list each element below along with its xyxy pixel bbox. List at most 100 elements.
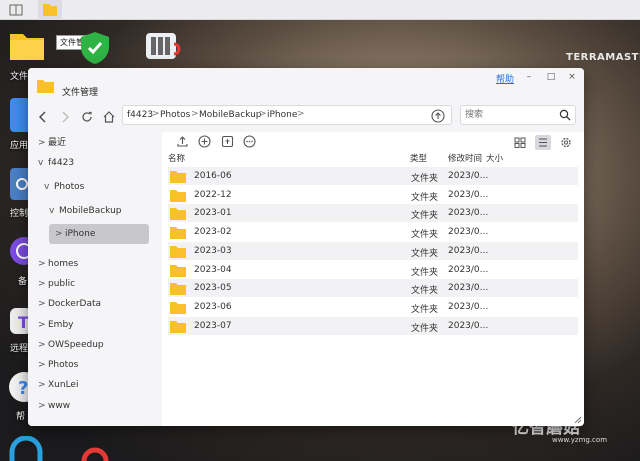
forward-icon[interactable] [58,110,72,124]
path-bar[interactable]: f4423 > Photos > MobileBackup > iPhone > [122,105,452,125]
sidebar-item-photos-share[interactable]: > Photos [38,356,78,374]
table-row[interactable]: 2023-07 文件夹 2023/0... [168,317,578,335]
sidebar-item-public[interactable]: > public [38,275,75,293]
file-type: 文件夹 [411,230,439,240]
file-name: 2023-06 [194,302,232,312]
minimize-button[interactable]: – [522,72,536,82]
breadcrumb-photos[interactable]: Photos [160,110,190,120]
home-icon[interactable] [102,110,116,124]
column-header-modified[interactable]: 修改时间 [448,152,482,164]
breadcrumb-separator: > [191,109,199,119]
file-type: 文件夹 [411,324,439,334]
chevron-right-icon: > [55,229,63,239]
desktop-label-backup: 备 [18,277,28,287]
file-manager-desktop-icon[interactable] [8,28,46,62]
sidebar-item-iphone[interactable]: > iPhone [49,224,149,244]
list-view-icon [539,138,547,147]
sidebar-item-f4423[interactable]: v f4423 [38,154,74,172]
desktop-label-remote: 远程 [10,344,29,354]
search-box[interactable] [460,105,576,125]
column-header-type[interactable]: 类型 [410,152,427,164]
list-view-button[interactable] [535,135,551,150]
file-name: 2023-02 [194,227,232,237]
remote-icon[interactable]: T [8,306,30,336]
breadcrumb-mobilebackup[interactable]: MobileBackup [199,110,262,120]
file-name: 2023-04 [194,265,232,275]
storage-manager-icon[interactable] [144,30,182,64]
sidebar-item-mobilebackup[interactable]: v MobileBackup [49,202,122,220]
file-name: 2023-01 [194,208,232,218]
file-manager-window: 文件管理 帮助 – □ × f4423 > Photos > MobileBac… [28,68,584,426]
file-name: 2023-05 [194,283,232,293]
sidebar-item-label: MobileBackup [59,206,122,216]
file-type: 文件夹 [411,305,439,315]
table-row[interactable]: 2023-01 文件夹 2023/0... [168,204,578,222]
headphone-icon[interactable] [8,436,44,461]
breadcrumb-separator: > [152,109,160,119]
breadcrumb-iphone[interactable]: iPhone [267,110,297,120]
file-type: 文件夹 [411,286,439,296]
share-link-icon[interactable] [221,135,234,148]
sidebar-item-label: public [48,279,76,289]
sidebar-item-emby[interactable]: > Emby [38,316,74,334]
backup-icon[interactable] [8,236,30,268]
chevron-down-icon: v [38,158,44,168]
gear-icon[interactable] [8,168,28,200]
add-icon[interactable] [198,135,211,148]
folder-icon [170,190,186,202]
window-title: 文件管理 [62,88,99,98]
sidebar-item-xunlei[interactable]: > XunLei [38,376,78,394]
sidebar-item-recent[interactable]: > 最近 [38,134,66,152]
column-header-name[interactable]: 名称 [168,152,185,164]
table-row[interactable]: 2023-04 文件夹 2023/0... [168,261,578,279]
chevron-right-icon: > [38,320,46,330]
column-header-size[interactable]: 大小 [486,152,503,164]
sidebar-item-label: Emby [48,320,74,330]
search-input[interactable] [465,109,559,121]
sidebar-item-homes[interactable]: > homes [38,255,78,273]
settings-button[interactable] [558,135,574,150]
table-row[interactable]: 2023-02 文件夹 2023/0... [168,223,578,241]
taskbar-file-manager[interactable] [38,0,62,20]
help-link[interactable]: 帮助 [496,72,514,85]
sidebar-item-owspeedup[interactable]: > OWSpeedup [38,336,104,354]
file-list-pane: 名称 类型 修改时间 大小 2016-06 文件夹 2023/0... 2022-1… [162,132,584,426]
navigation-bar: f4423 > Photos > MobileBackup > iPhone > [28,102,584,132]
back-icon[interactable] [36,110,50,124]
windows-icon[interactable] [9,3,23,17]
go-up-icon[interactable] [431,109,445,123]
apps-icon[interactable] [8,98,28,132]
maximize-button[interactable]: □ [544,72,558,82]
folder-icon [170,265,186,277]
sync-icon[interactable] [80,436,110,461]
resize-handle-icon[interactable] [573,415,582,424]
table-row[interactable]: 2016-06 文件夹 2023/0... [168,167,578,185]
desktop-label-control: 控制 [10,209,29,219]
gear-icon [561,137,571,148]
close-button[interactable]: × [565,72,579,82]
table-row[interactable]: 2022-12 文件夹 2023/0... [168,186,578,204]
file-modified: 2023/0... [448,246,489,256]
shield-icon[interactable] [78,30,112,66]
chevron-right-icon: > [38,380,46,390]
chevron-right-icon: > [38,360,46,370]
sidebar-item-photos[interactable]: v Photos [44,178,84,196]
svg-text:?: ? [18,378,28,399]
table-row[interactable]: 2023-03 文件夹 2023/0... [168,242,578,260]
more-icon[interactable] [243,135,256,148]
file-modified: 2023/0... [448,283,489,293]
table-row[interactable]: 2023-05 文件夹 2023/0... [168,279,578,297]
help-icon[interactable]: ? [8,370,30,404]
sidebar-item-label: DockerData [48,299,102,309]
search-icon[interactable] [559,109,571,121]
grid-view-button[interactable] [512,135,528,150]
table-row[interactable]: 2023-06 文件夹 2023/0... [168,298,578,316]
title-bar[interactable]: 文件管理 帮助 – □ × [28,68,584,102]
refresh-icon[interactable] [80,110,94,124]
upload-icon[interactable] [176,135,189,148]
sidebar-item-www[interactable]: > www [38,397,70,415]
breadcrumb-f4423[interactable]: f4423 [127,110,153,120]
sidebar-item-dockerdata[interactable]: > DockerData [38,295,101,313]
file-modified: 2023/0... [448,265,489,275]
taskbar [0,0,640,20]
